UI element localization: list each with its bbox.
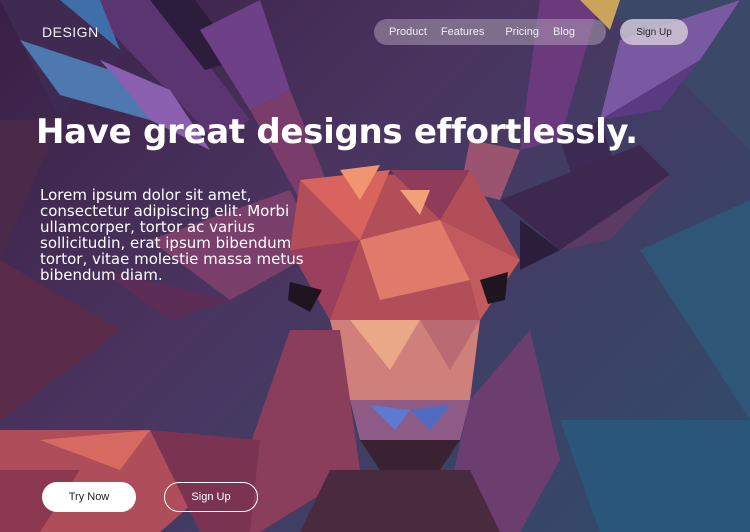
- hero-headline: Have great designs effortlessly.: [36, 112, 638, 152]
- landing-page: DESIGN Product Features Pricing Blog Sig…: [0, 0, 750, 532]
- try-now-button[interactable]: Try Now: [42, 482, 136, 512]
- nav-item-pricing[interactable]: Pricing: [505, 26, 539, 38]
- main-nav: Product Features Pricing Blog: [374, 19, 606, 45]
- nav-item-blog[interactable]: Blog: [553, 26, 575, 38]
- hero-signup-button[interactable]: Sign Up: [164, 482, 258, 512]
- nav-item-features[interactable]: Features: [441, 26, 484, 38]
- nav-item-product[interactable]: Product: [389, 26, 427, 38]
- hero-body-text: Lorem ipsum dolor sit amet, consectetur …: [40, 186, 304, 284]
- nav-signup-button[interactable]: Sign Up: [620, 19, 688, 45]
- brand-logo[interactable]: DESIGN: [42, 24, 99, 40]
